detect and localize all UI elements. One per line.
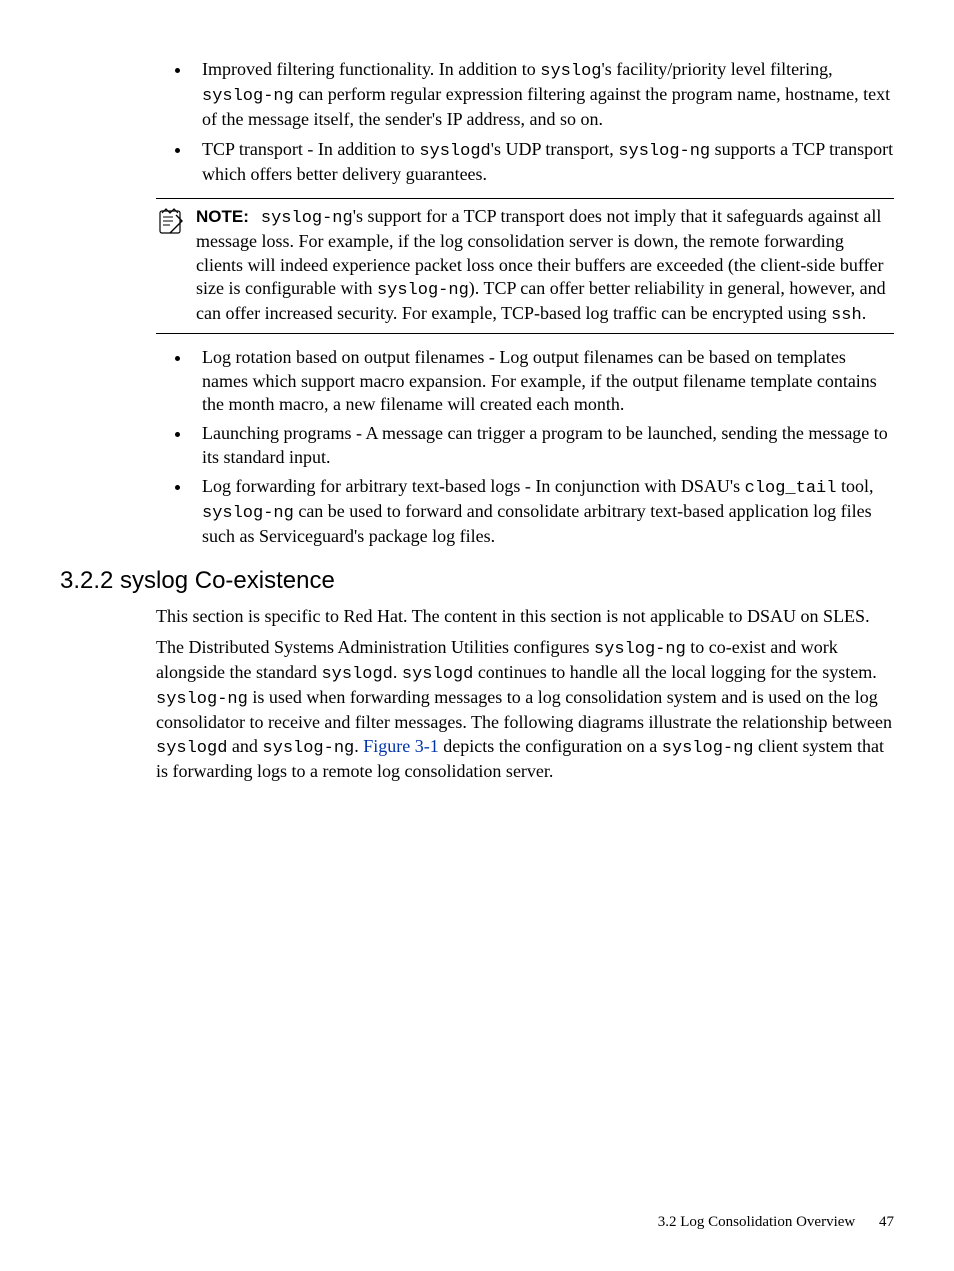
code: syslog-ng (262, 739, 354, 758)
footer-sep (865, 1214, 869, 1230)
code: syslogd (321, 665, 392, 684)
text: is used when forwarding messages to a lo… (156, 687, 892, 732)
paragraph: The Distributed Systems Administration U… (156, 636, 894, 783)
code: syslog (540, 62, 601, 81)
text: . (862, 303, 867, 323)
note-block: NOTE:syslog-ng's support for a TCP trans… (156, 198, 894, 334)
code: syslog-ng (202, 504, 294, 523)
bullet-list-2: Log rotation based on output filenames -… (156, 346, 894, 549)
code: syslog-ng (377, 281, 469, 300)
code: syslogd (402, 665, 473, 684)
list-item: Launching programs - A message can trigg… (192, 422, 894, 469)
code: syslog-ng (202, 87, 294, 106)
figure-reference-link[interactable]: Figure 3-1 (363, 736, 439, 756)
list-item: Log rotation based on output filenames -… (192, 346, 894, 416)
text: Improved filtering functionality. In add… (202, 59, 540, 79)
code: syslog-ng (662, 739, 754, 758)
text: TCP transport - In addition to (202, 139, 419, 159)
code: syslog-ng (156, 690, 248, 709)
text: tool, (836, 476, 873, 496)
list-item: TCP transport - In addition to syslogd's… (192, 138, 894, 186)
code: clog_tail (745, 479, 837, 498)
note-text: NOTE:syslog-ng's support for a TCP trans… (196, 205, 894, 327)
list-item: Improved filtering functionality. In add… (192, 58, 894, 132)
text: 's UDP transport, (491, 139, 619, 159)
code: syslogd (156, 739, 227, 758)
code: syslog-ng (618, 142, 710, 161)
note-label: NOTE: (196, 207, 249, 226)
footer-page-number: 47 (879, 1214, 894, 1230)
text: and (227, 736, 262, 756)
text: can be used to forward and consolidate a… (202, 501, 872, 546)
code: syslogd (419, 142, 490, 161)
text: . (393, 662, 402, 682)
note-icon (156, 205, 196, 242)
text: depicts the configuration on a (439, 736, 662, 756)
text: . (354, 736, 363, 756)
text: Launching programs - A message can trigg… (202, 423, 888, 466)
bullet-list-1: Improved filtering functionality. In add… (156, 58, 894, 186)
text: 's facility/priority level filtering, (601, 59, 832, 79)
text: The Distributed Systems Administration U… (156, 637, 594, 657)
section-heading: 3.2.2 syslog Co-existence (60, 567, 894, 595)
text: can perform regular expression filtering… (202, 84, 890, 129)
page-footer: 3.2 Log Consolidation Overview 47 (658, 1214, 894, 1231)
text: Log rotation based on output filenames -… (202, 347, 877, 414)
list-item: Log forwarding for arbitrary text-based … (192, 475, 894, 549)
paragraph: This section is specific to Red Hat. The… (156, 605, 894, 628)
footer-section: 3.2 Log Consolidation Overview (658, 1214, 855, 1230)
text: continues to handle all the local loggin… (473, 662, 876, 682)
code: syslog-ng (594, 640, 686, 659)
text: Log forwarding for arbitrary text-based … (202, 476, 745, 496)
page-content: Improved filtering functionality. In add… (0, 0, 954, 783)
code: syslog-ng (261, 209, 353, 228)
code: ssh (831, 306, 862, 325)
